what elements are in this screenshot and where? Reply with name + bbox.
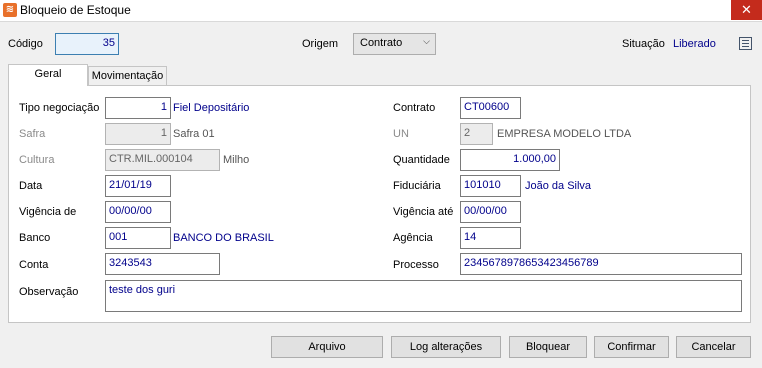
un-field[interactable]: 2 <box>460 123 493 145</box>
dropdown-arrow-icon[interactable]: ⌵ <box>423 36 430 47</box>
tipo-negociacao-field[interactable]: 1 <box>105 97 171 119</box>
conta-label: Conta <box>19 259 49 271</box>
safra-field[interactable]: 1 <box>105 123 171 145</box>
banco-desc: BANCO DO BRASIL <box>173 232 274 244</box>
agencia-field[interactable]: 14 <box>460 227 521 249</box>
cancelar-button[interactable]: Cancelar <box>676 336 751 358</box>
vigencia-de-label: Vigência de <box>19 206 77 218</box>
conta-field[interactable]: 3243543 <box>105 253 220 275</box>
vigencia-ate-field[interactable]: 00/00/00 <box>460 201 521 223</box>
codigo-label: Código <box>8 38 43 50</box>
cultura-field[interactable]: CTR.MIL.000104 <box>105 149 220 171</box>
bloquear-button[interactable]: Bloquear <box>509 336 587 358</box>
app-icon: ≋ <box>3 3 17 17</box>
tipo-negociacao-label: Tipo negociação <box>19 102 100 114</box>
origem-label: Origem <box>302 38 339 50</box>
vigencia-ate-label: Vigência até <box>393 206 454 218</box>
close-icon[interactable]: ✕ <box>741 2 752 17</box>
contrato-label: Contrato <box>393 102 436 114</box>
title-bar: ≋ Bloqueio de Estoque ✕ <box>0 0 762 22</box>
cultura-label: Cultura <box>19 154 55 166</box>
log-alteracoes-button[interactable]: Log alterações <box>391 336 501 358</box>
quantidade-field[interactable]: 1.000,00 <box>460 149 560 171</box>
tipo-negociacao-desc: Fiel Depositário <box>173 102 250 114</box>
origem-select[interactable]: Contrato ⌵ <box>353 33 436 55</box>
confirmar-button[interactable]: Confirmar <box>594 336 669 358</box>
codigo-field[interactable]: 35 <box>55 33 119 55</box>
observacao-field[interactable]: teste dos guri <box>105 280 742 312</box>
data-label: Data <box>19 180 43 192</box>
cultura-desc: Milho <box>223 154 250 166</box>
observacao-label: Observação <box>19 286 79 298</box>
safra-desc: Safra 01 <box>173 128 215 140</box>
banco-field[interactable]: 001 <box>105 227 171 249</box>
grid-list-icon[interactable] <box>739 37 752 50</box>
processo-label: Processo <box>393 259 439 271</box>
contrato-field[interactable]: CT00600 <box>460 97 521 119</box>
situacao-label: Situação <box>622 38 665 50</box>
quantidade-label: Quantidade <box>393 154 450 166</box>
safra-label: Safra <box>19 128 46 140</box>
vigencia-de-field[interactable]: 00/00/00 <box>105 201 171 223</box>
processo-field[interactable]: 2345678978653423456789 <box>460 253 742 275</box>
situacao-value: Liberado <box>673 38 716 50</box>
window-title: Bloqueio de Estoque <box>20 3 131 17</box>
fiduciaria-label: Fiduciária <box>393 180 441 192</box>
arquivo-button[interactable]: Arquivo <box>271 336 383 358</box>
fiduciaria-desc: João da Silva <box>525 180 592 192</box>
origem-value: Contrato <box>360 37 403 49</box>
close-button[interactable]: ✕ <box>731 0 762 20</box>
data-field[interactable]: 21/01/19 <box>105 175 171 197</box>
un-label: UN <box>393 128 409 140</box>
tab-geral[interactable]: Geral <box>8 64 88 86</box>
tab-movimentacao[interactable]: Movimentação <box>88 66 167 86</box>
agencia-label: Agência <box>393 232 433 244</box>
fiduciaria-field[interactable]: 101010 <box>460 175 521 197</box>
un-desc: EMPRESA MODELO LTDA <box>497 128 632 140</box>
banco-label: Banco <box>19 232 51 244</box>
